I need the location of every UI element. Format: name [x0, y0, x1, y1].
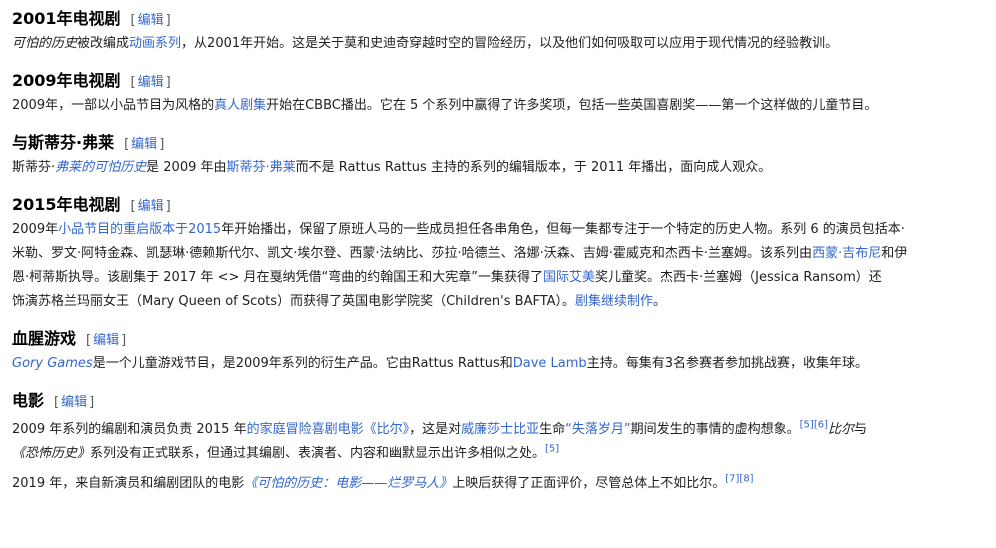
paragraph: 可怕的历史被改编成动画系列，从2001年开始。这是关于莫和史迪奇穿越时空的冒险经… — [12, 32, 984, 56]
text: 奖儿童奖。杰西卡·兰塞姆（Jessica Ransom）还 — [595, 270, 882, 285]
link-gory-games[interactable]: Gory Games — [12, 356, 93, 371]
text: 恩·柯蒂斯执导。该剧集于 2017 年 <> 月在戛纳凭借“弯曲的约翰国王和大宪… — [12, 270, 544, 285]
text: ，这是对 — [409, 422, 462, 437]
paragraph: 2009年小品节目的重启版本于2015年开始播出，保留了原班人马的一些成员担任各… — [12, 218, 984, 314]
section-heading: 2009年电视剧 [编辑] — [12, 68, 984, 94]
edit-link[interactable]: 编辑 — [59, 395, 89, 410]
link-reboot[interactable]: 小品节目的重启版本于2015 — [58, 222, 221, 237]
section-gory-games: 血腥游戏 [编辑] Gory Games是一个儿童游戏节目，是2009年系列的衍生… — [12, 326, 984, 376]
citation: [5][6] — [800, 420, 828, 431]
section-stephen-fry: 与斯蒂芬·弗莱 [编辑] 斯蒂芬·弗莱的可怕历史是 2009 年由斯蒂芬·弗莱而不… — [12, 130, 984, 180]
link-stephen-fry[interactable]: 斯蒂芬·弗莱 — [227, 160, 296, 175]
citation-link[interactable]: [6] — [814, 420, 828, 431]
edit-link[interactable]: 编辑 — [136, 199, 166, 214]
italic-text: 《恐怖历史》 — [12, 446, 91, 461]
text: 斯蒂芬· — [12, 160, 56, 175]
text: 而不是 Rattus Rattus 主持的系列的编辑版本，于 2011 年播出，… — [295, 160, 772, 175]
text: 生命 — [539, 422, 566, 437]
edit-section: [编辑] — [130, 75, 171, 90]
section-title: 与斯蒂芬·弗莱 — [12, 133, 115, 152]
section-heading: 血腥游戏 [编辑] — [12, 326, 984, 352]
edit-section: [编辑] — [124, 137, 165, 152]
section-title: 2015年电视剧 — [12, 195, 121, 214]
link-lost-years[interactable]: “失落岁月” — [565, 422, 630, 437]
text: 被改编成 — [77, 36, 130, 51]
paragraph: 2009年，一部以小品节目为风格的真人剧集开始在CBBC播出。它在 5 个系列中… — [12, 94, 984, 118]
section-heading: 电影 [编辑] — [12, 388, 984, 414]
text: 米勒、罗文·阿特金森、凯瑟琳·德赖斯代尔、凯文·埃尔登、西蒙·法纳比、莎拉·哈德… — [12, 246, 813, 261]
text: 2019 年，来自新演员和编剧团队的电影 — [12, 476, 245, 491]
link-animated-series[interactable]: 动画系列 — [129, 36, 181, 51]
link-international-emmy[interactable]: 国际艾美 — [543, 270, 595, 285]
citation-link[interactable]: [7] — [725, 474, 739, 485]
italic-title: 可怕的历史 — [12, 36, 78, 51]
text: 与 — [854, 422, 868, 437]
edit-section: [编辑] — [130, 199, 171, 214]
text: 2009 年系列的编剧和演员负责 2015 年 — [12, 422, 247, 437]
section-heading: 与斯蒂芬·弗莱 [编辑] — [12, 130, 984, 156]
link-series-continued[interactable]: 剧集继续制作 — [575, 294, 653, 309]
edit-section: [编辑] — [54, 395, 95, 410]
section-2009-tv: 2009年电视剧 [编辑] 2009年，一部以小品节目为风格的真人剧集开始在CBB… — [12, 68, 984, 118]
section-heading: 2001年电视剧 [编辑] — [12, 6, 984, 32]
section-title: 2001年电视剧 — [12, 9, 121, 28]
link-simon-gibney[interactable]: 西蒙·吉布尼 — [812, 246, 881, 261]
paragraph: Gory Games是一个儿童游戏节目，是2009年系列的衍生产品。它由Ratt… — [12, 352, 984, 376]
text: 。 — [653, 294, 667, 309]
link-shakespeare[interactable]: 威廉莎士比亚 — [461, 422, 539, 437]
link-bill-film[interactable]: 的家庭冒险喜剧电影《比尔》 — [247, 422, 410, 437]
text: 和伊 — [881, 246, 908, 261]
link-live-action-series[interactable]: 真人剧集 — [214, 98, 266, 113]
edit-link[interactable]: 编辑 — [129, 137, 159, 152]
citation-link[interactable]: [5] — [545, 444, 559, 455]
paragraph: 2019 年，来自新演员和编剧团队的电影《可怕的历史：电影——烂罗马人》上映后获… — [12, 472, 984, 496]
text: 是 2009 年由 — [146, 160, 227, 175]
text: 主持。每集有3名参赛者参加挑战赛，收集年球。 — [586, 356, 868, 371]
section-title: 电影 — [12, 391, 45, 410]
citation-link[interactable]: [8] — [739, 474, 753, 485]
section-2001-tv: 2001年电视剧 [编辑] 可怕的历史被改编成动画系列，从2001年开始。这是关于… — [12, 6, 984, 56]
section-title: 血腥游戏 — [12, 329, 77, 348]
text: 年开始播出，保留了原班人马的一些成员担任各串角色，但每一集都专注于一个特定的历史… — [221, 222, 905, 237]
link-rotten-romans[interactable]: 《可怕的历史：电影——烂罗马人》 — [244, 476, 452, 491]
paragraph: 斯蒂芬·弗莱的可怕历史是 2009 年由斯蒂芬·弗莱而不是 Rattus Rat… — [12, 156, 984, 180]
text: 饰演苏格兰玛丽女王（Mary Queen of Scots）而获得了英国电影学院… — [12, 294, 576, 309]
text: 2009年 — [12, 222, 59, 237]
citation: [5] — [545, 444, 559, 455]
text: 系列没有正式联系，但通过其编剧、表演者、内容和幽默显示出许多相似之处。 — [90, 446, 546, 461]
edit-link[interactable]: 编辑 — [136, 13, 166, 28]
edit-section: [编辑] — [86, 333, 127, 348]
paragraph: 2009 年系列的编剧和演员负责 2015 年的家庭冒险喜剧电影《比尔》，这是对… — [12, 418, 984, 466]
italic-text: 比尔 — [827, 422, 854, 437]
edit-link[interactable]: 编辑 — [136, 75, 166, 90]
section-2015-tv: 2015年电视剧 [编辑] 2009年小品节目的重启版本于2015年开始播出，保留… — [12, 192, 984, 314]
citation: [7][8] — [725, 474, 753, 485]
text: 上映后获得了正面评价，尽管总体上不如比尔。 — [452, 476, 726, 491]
article-body: 2001年电视剧 [编辑] 可怕的历史被改编成动画系列，从2001年开始。这是关于… — [0, 0, 996, 496]
text: ，从2001年开始。这是关于莫和史迪奇穿越时空的冒险经历，以及他们如何吸取可以应… — [181, 36, 839, 51]
citation-link[interactable]: [5] — [800, 420, 814, 431]
section-film: 电影 [编辑] 2009 年系列的编剧和演员负责 2015 年的家庭冒险喜剧电影《… — [12, 388, 984, 496]
link-dave-lamb[interactable]: Dave Lamb — [513, 356, 587, 371]
section-heading: 2015年电视剧 [编辑] — [12, 192, 984, 218]
text: 2009年，一部以小品节目为风格的 — [12, 98, 215, 113]
text: 期间发生的事情的虚构想象。 — [630, 422, 800, 437]
edit-section: [编辑] — [130, 13, 171, 28]
text: 开始在CBBC播出。它在 5 个系列中赢得了许多奖项，包括一些英国喜剧奖——第一… — [266, 98, 878, 113]
section-title: 2009年电视剧 — [12, 71, 121, 90]
text: 是一个儿童游戏节目，是2009年系列的衍生产品。它由Rattus Rattus和 — [92, 356, 513, 371]
edit-link[interactable]: 编辑 — [91, 333, 121, 348]
link-fry-horrible-histories[interactable]: 弗莱的可怕历史 — [55, 160, 146, 175]
